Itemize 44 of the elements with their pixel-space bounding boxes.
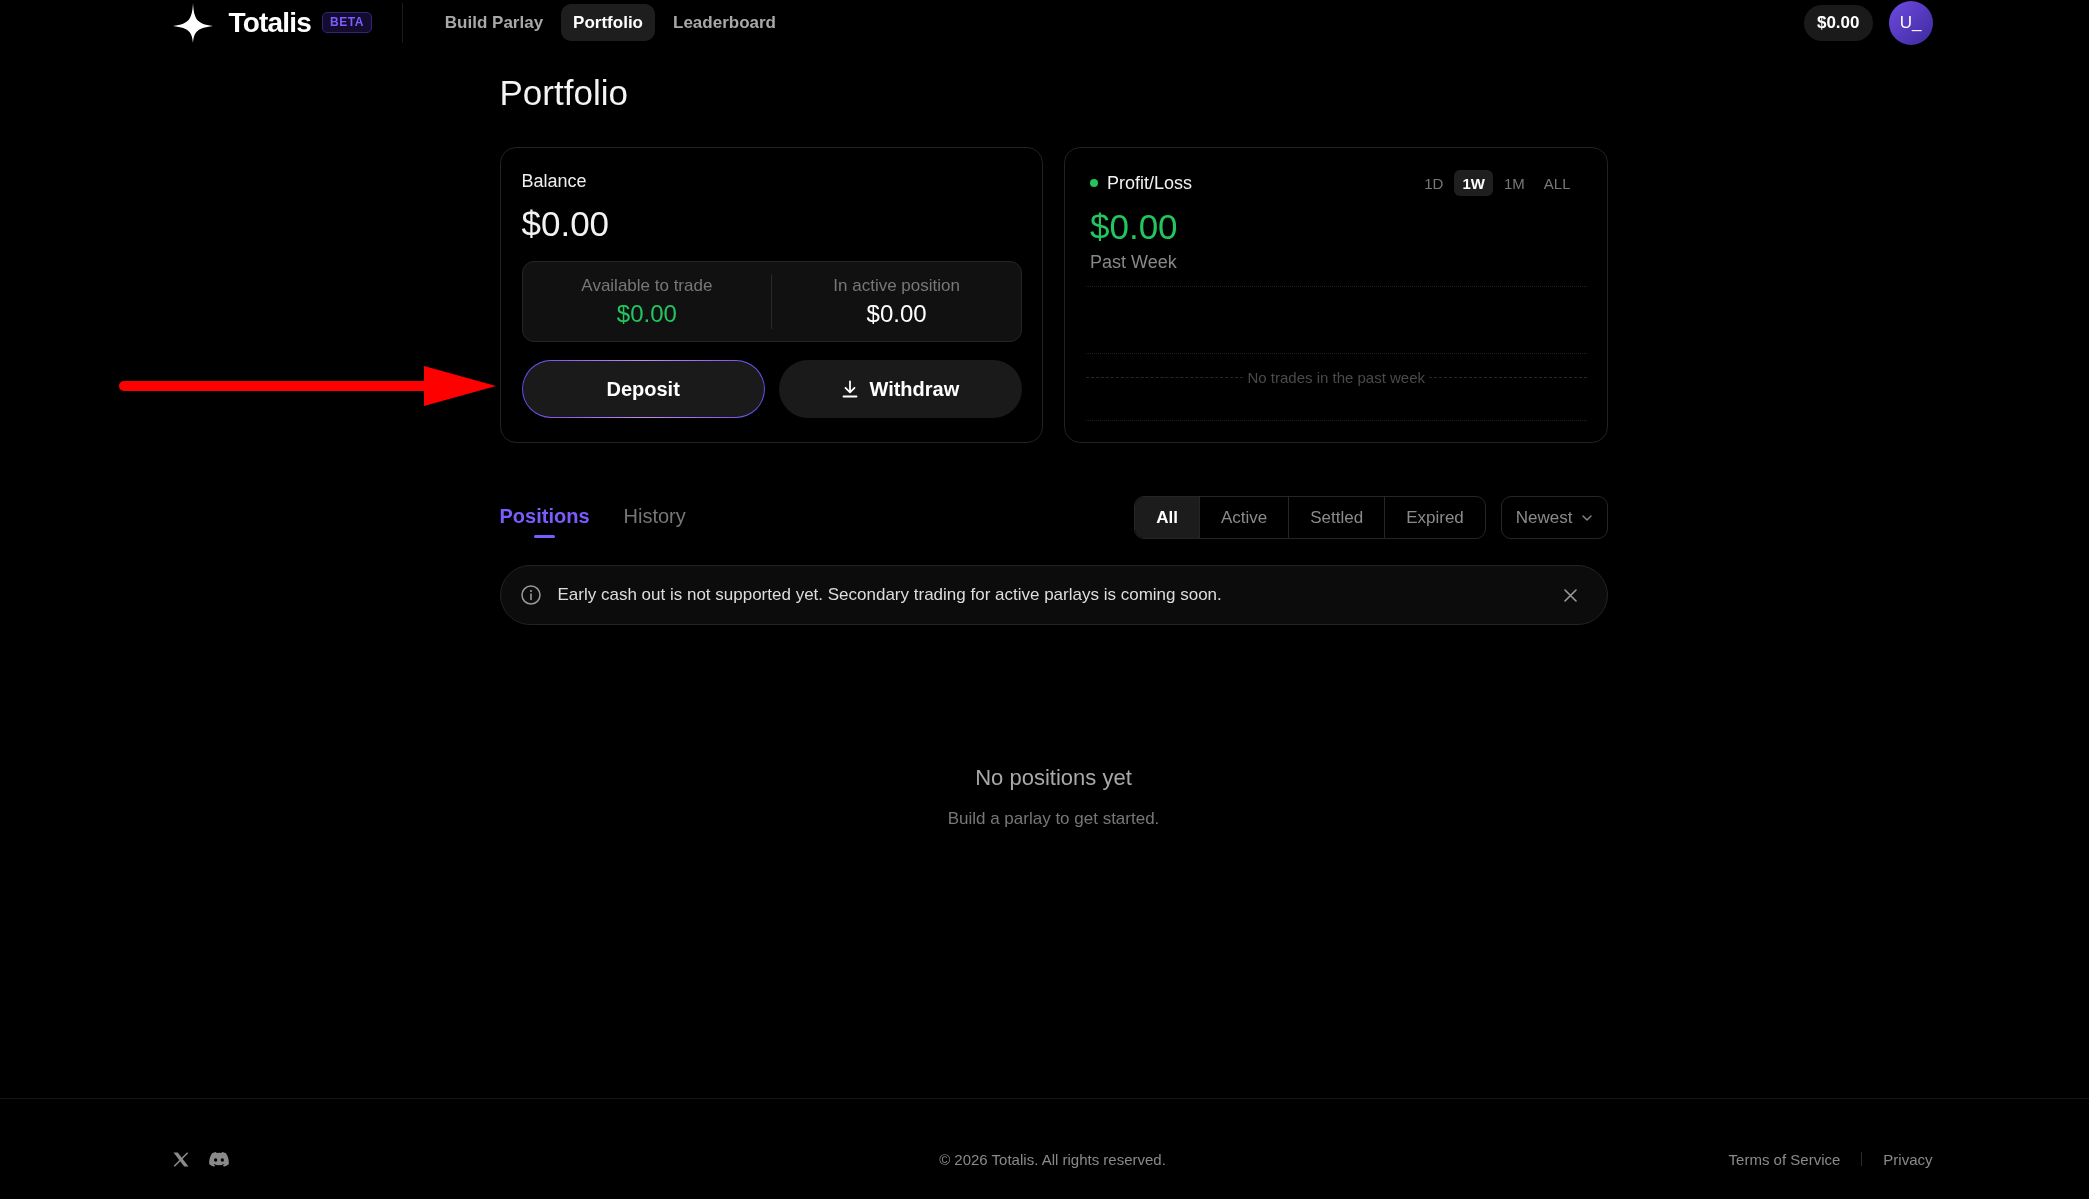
chevron-down-icon [1581,514,1592,521]
empty-state-title: No positions yet [975,764,1132,792]
discord-logo-icon[interactable] [208,1151,229,1167]
x-logo-icon[interactable] [172,1151,189,1167]
period-tab[interactable]: 1D [1416,170,1452,196]
balance-label: Balance [521,170,588,192]
footer-link[interactable]: Privacy [1883,1150,1933,1168]
copyright-text: © 2026 Totalis. All rights reserved. [939,1150,1166,1168]
filter-tab[interactable]: All [1135,497,1199,538]
profit-loss-amount: $0.00 [1089,207,1179,247]
section-tab[interactable]: History [623,496,686,539]
period-tab[interactable]: ALL [1535,170,1579,196]
status-dot-icon [1090,179,1098,187]
avatar[interactable]: U_ [1888,0,1933,45]
info-icon [520,585,541,605]
sort-dropdown[interactable]: Newest [1500,496,1608,539]
nav-link[interactable]: Portfolio [561,4,655,41]
empty-state-subtitle: Build a parlay to get started. [947,808,1160,830]
nav-link[interactable]: Leaderboard [661,4,788,41]
filter-tab[interactable]: Settled [1288,497,1385,538]
withdraw-button[interactable]: Withdraw [778,360,1022,418]
breakdown-value: $0.00 [616,299,677,328]
banner-message: Early cash out is not supported yet. Secondary trading for active parlays is coming soon. [557,585,1222,605]
breakdown-value: $0.00 [866,299,927,328]
period-tab[interactable]: 1W [1454,170,1493,196]
filter-tab[interactable]: Expired [1384,497,1485,538]
breakdown-label: In active position [833,275,960,296]
deposit-button[interactable]: Deposit [521,360,765,418]
close-icon[interactable] [1563,588,1577,602]
period-tab[interactable]: 1M [1495,170,1533,196]
nav-link[interactable]: Build Parlay [432,4,556,41]
filter-tab[interactable]: Active [1198,497,1289,538]
empty-chart-message: No trades in the past week [1246,368,1427,386]
download-icon [841,380,860,398]
card-title: Profit/Loss [1107,172,1193,194]
breakdown-label: Available to trade [581,275,713,296]
beta-badge: BETA [322,12,372,33]
period-caption: Past Week [1089,251,1178,273]
wallet-balance[interactable]: $0.00 [1803,4,1873,41]
section-tab[interactable]: Positions [499,496,590,539]
balance-amount: $0.00 [521,204,611,244]
brand-name: Totalis [228,5,312,40]
page-title: Portfolio [499,72,629,114]
footer-link[interactable]: Terms of Service [1728,1150,1841,1168]
